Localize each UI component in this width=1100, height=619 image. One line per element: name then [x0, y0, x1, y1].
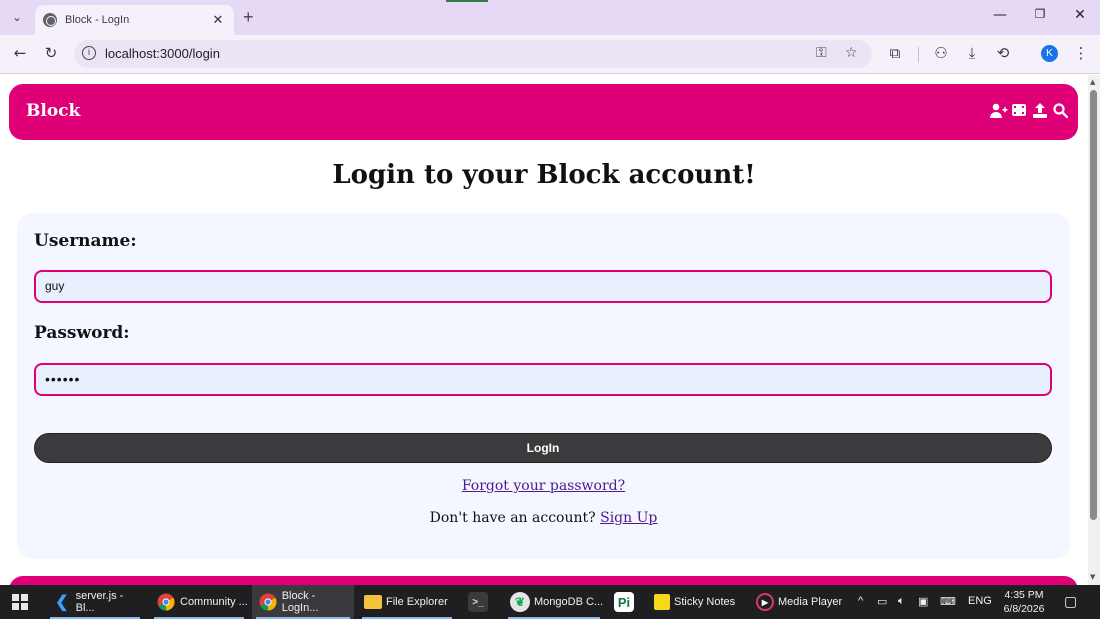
system-clock[interactable]: 4:35 PM 6/8/2026 [996, 588, 1052, 616]
taskbar-label: Media Player [778, 596, 843, 608]
pi-icon: Pi [614, 592, 634, 612]
incognito-icon[interactable]: ⚇ [930, 44, 952, 62]
add-user-icon[interactable] [990, 103, 1008, 123]
star-icon[interactable]: ☆ [845, 45, 858, 61]
taskbar-item-vscode[interactable]: ❮ server.js - Bl... [46, 585, 144, 619]
search-icon[interactable] [1053, 103, 1069, 123]
scroll-up-icon[interactable]: ▲ [1090, 78, 1095, 86]
site-info-icon[interactable]: i [82, 46, 96, 60]
window-close-button[interactable]: ✕ [1065, 7, 1095, 23]
taskbar-item-chrome-block[interactable]: Block - LogIn... [252, 585, 354, 619]
page-viewport: Block Login to your Block account! Usern… [0, 75, 1088, 585]
key-icon[interactable]: ⚿ [816, 45, 827, 61]
clock-time: 4:35 PM [1004, 589, 1044, 601]
restore-button[interactable]: ❐ [1025, 7, 1055, 21]
browser-tab-strip: ⌄ Block - LogIn ✕ + — ❐ ✕ [0, 0, 1100, 35]
battery-icon[interactable]: ▭ [877, 595, 887, 608]
scroll-thumb[interactable] [1090, 90, 1097, 520]
page-title: Login to your Block account! [332, 160, 756, 190]
globe-icon [43, 13, 57, 27]
password-label: Password: [34, 323, 130, 343]
username-input[interactable]: guy [34, 270, 1052, 303]
chrome-icon [258, 592, 278, 612]
page-scrollbar[interactable]: ▲ ▼ [1088, 75, 1100, 585]
login-button[interactable]: LogIn [34, 433, 1052, 463]
extensions-icon[interactable]: ⧉ [884, 44, 906, 62]
login-form: Username: guy Password: •••••• LogIn For… [17, 213, 1070, 559]
password-input[interactable]: •••••• [34, 363, 1052, 396]
toolbar-divider [918, 47, 919, 63]
vscode-icon: ❮ [55, 594, 69, 611]
taskbar-item-pi[interactable]: Pi [608, 585, 646, 619]
minimize-button[interactable]: — [985, 7, 1015, 23]
username-label: Username: [34, 231, 137, 251]
back-button[interactable]: ← [9, 44, 31, 62]
network-icon[interactable]: ▣ [918, 595, 928, 608]
signup-prompt: Don't have an account? [429, 510, 596, 526]
folder-icon [364, 595, 382, 609]
taskbar-item-chrome-community[interactable]: Community ... [150, 585, 248, 619]
forgot-password-link[interactable]: Forgot your password? [462, 478, 625, 494]
taskbar-item-terminal[interactable]: >_ [462, 585, 500, 619]
sticky-notes-icon [654, 594, 670, 610]
language-indicator[interactable]: ENG [968, 595, 992, 607]
taskbar-label: Block - LogIn... [281, 590, 319, 614]
media-player-icon: ▶ [756, 593, 774, 611]
url-text[interactable]: localhost:3000/login [105, 46, 220, 61]
chrome-icon [156, 592, 176, 612]
site-brand[interactable]: Block [26, 101, 80, 121]
os-taskbar: ❮ server.js - Bl... Community ... Block … [0, 585, 1100, 619]
taskbar-label: File Explorer [386, 596, 448, 608]
notification-icon[interactable]: ▢ [1064, 593, 1077, 610]
signup-row: Don't have an account? Sign Up [17, 510, 1070, 526]
upload-icon[interactable] [1032, 103, 1047, 123]
volume-icon[interactable]: 🔈︎ [898, 595, 905, 608]
browser-tab-active[interactable]: Block - LogIn ✕ [35, 5, 234, 35]
taskbar-label: server.js - Bl... [75, 590, 124, 614]
reload-button[interactable]: ↻ [40, 44, 62, 62]
nav-icon-group [990, 103, 1069, 123]
menu-kebab-icon[interactable]: ⋮ [1070, 44, 1092, 62]
tab-search-button[interactable]: ⌄ [6, 6, 28, 28]
mongodb-icon: ❦ [510, 592, 530, 612]
window-accent [446, 0, 488, 2]
taskbar-label: Sticky Notes [674, 596, 736, 608]
new-tab-button[interactable]: + [243, 7, 254, 28]
close-icon[interactable]: ✕ [210, 13, 226, 28]
taskbar-label: Community ... [180, 596, 248, 608]
windows-start-icon[interactable] [12, 594, 28, 610]
profile-avatar[interactable]: K [1041, 45, 1058, 62]
site-navbar: Block [9, 84, 1078, 140]
chevron-up-icon[interactable]: ^ [858, 595, 863, 607]
taskbar-item-file-explorer[interactable]: File Explorer [358, 585, 456, 619]
taskbar-item-media-player[interactable]: ▶ Media Player [750, 585, 850, 619]
film-icon[interactable] [1011, 103, 1026, 123]
tab-title: Block - LogIn [65, 14, 130, 26]
taskbar-label: MongoDB C... [534, 596, 604, 608]
forgot-password-row: Forgot your password? [17, 478, 1070, 494]
keyboard-icon[interactable]: ⌨ [940, 595, 956, 608]
terminal-icon: >_ [468, 592, 488, 612]
download-icon[interactable]: ⤓ [961, 44, 983, 62]
taskbar-item-sticky-notes[interactable]: Sticky Notes [648, 585, 746, 619]
address-bar[interactable]: i localhost:3000/login ⚿ ☆ [74, 40, 872, 68]
browser-toolbar: ← ↻ i localhost:3000/login ⚿ ☆ ⧉ ⚇ ⤓ ⟲ K… [0, 35, 1100, 74]
scroll-down-icon[interactable]: ▼ [1090, 573, 1095, 581]
site-footer [9, 576, 1078, 585]
taskbar-item-mongodb[interactable]: ❦ MongoDB C... [504, 585, 604, 619]
clock-date: 6/8/2026 [1003, 603, 1045, 615]
history-icon[interactable]: ⟲ [992, 44, 1014, 62]
chevron-down-icon: ⌄ [12, 10, 22, 24]
signup-link[interactable]: Sign Up [600, 510, 657, 526]
